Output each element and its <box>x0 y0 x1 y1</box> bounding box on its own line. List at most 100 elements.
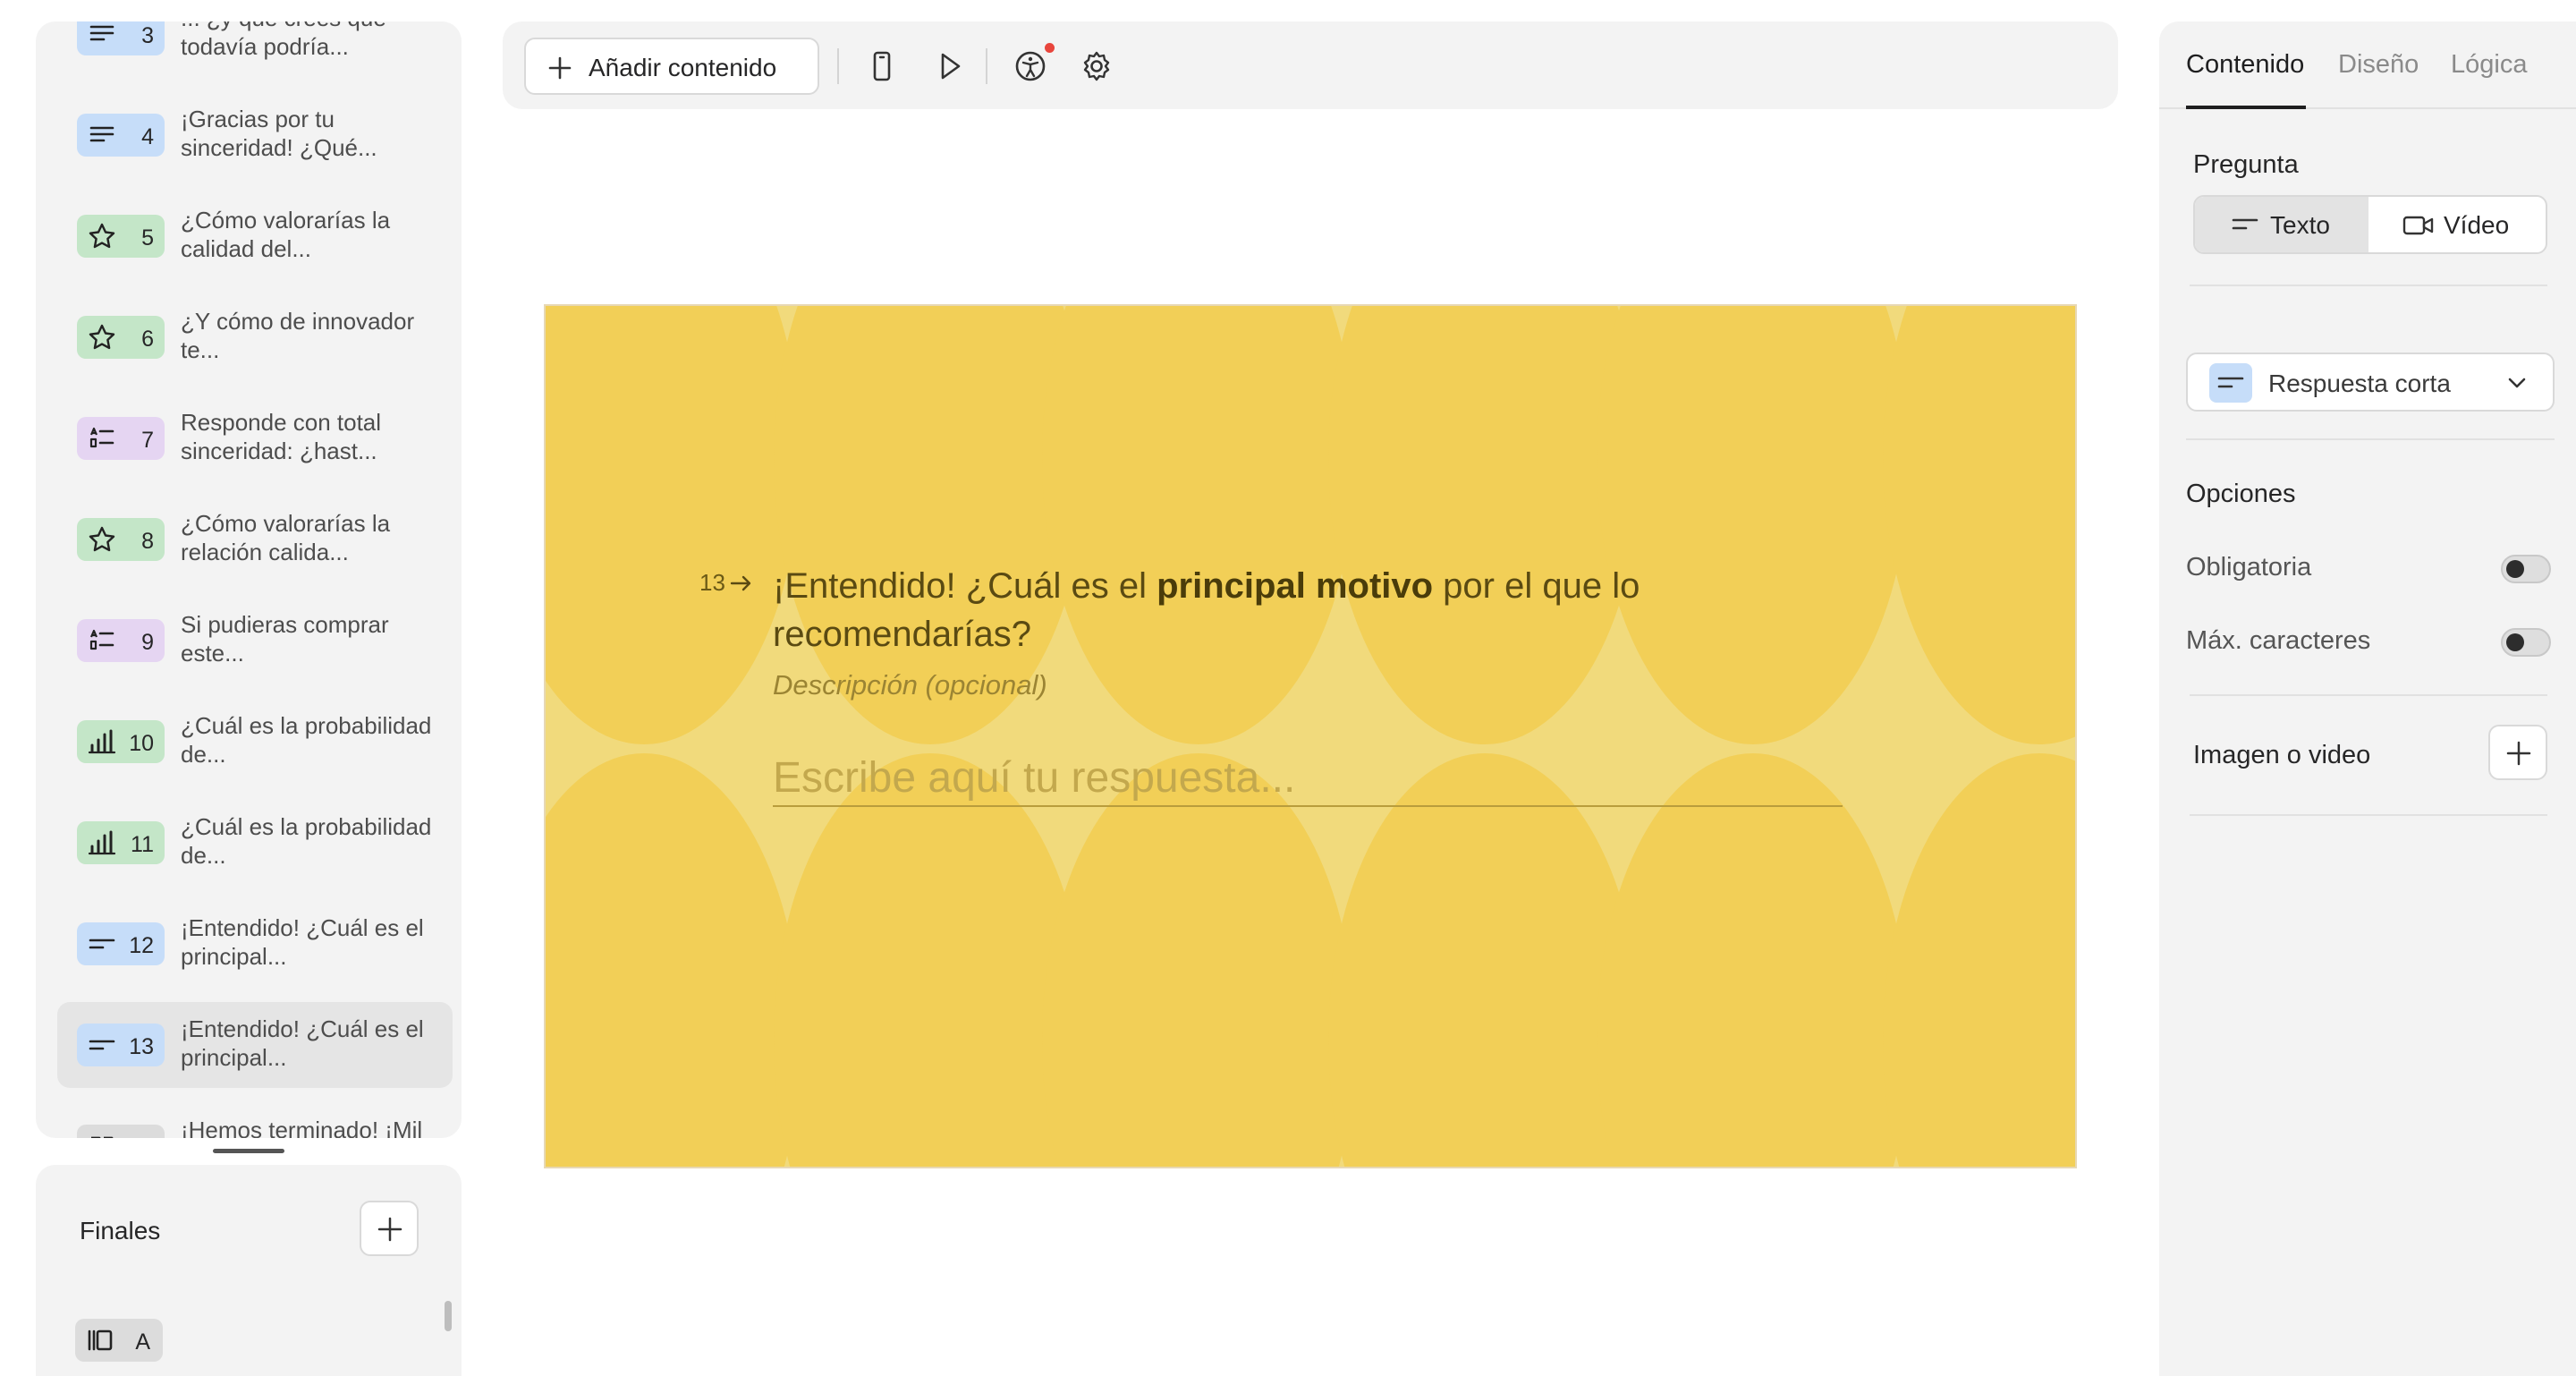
question-title-bold: principal motivo <box>1157 566 1434 606</box>
question-badge: 3 <box>77 21 165 55</box>
short-answer-icon <box>2209 363 2252 403</box>
text-lines-icon <box>2232 218 2258 230</box>
panel-resize-handle[interactable] <box>213 1149 284 1153</box>
question-badge: 11 <box>77 821 165 864</box>
multiple-choice-icon <box>89 427 114 448</box>
star-icon <box>89 526 115 552</box>
question-badge: 12 <box>77 922 165 965</box>
sidebar-question-item[interactable]: 3 ... ¿y qué crees que todavía podría... <box>57 21 453 77</box>
question-badge: 8 <box>77 518 165 561</box>
sidebar-question-item[interactable]: 8 ¿Cómo valorarías la relación calida... <box>57 497 453 582</box>
question-badge: 13 <box>77 1024 165 1066</box>
add-media-button[interactable] <box>2488 725 2547 780</box>
question-number: 12 <box>129 933 154 958</box>
question-number: 13 <box>699 569 754 597</box>
add-final-button[interactable] <box>360 1201 419 1256</box>
question-number: T1 <box>128 1135 154 1138</box>
question-sidebar: 3 ... ¿y qué crees que todavía podría... 4… <box>36 21 462 1138</box>
question-preview-canvas[interactable]: 13 ¡Entendido! ¿Cuál es el principal mot… <box>544 304 2077 1168</box>
question-number: 3 <box>141 23 154 48</box>
question-number: 9 <box>141 630 154 655</box>
active-tab-indicator <box>2186 106 2306 109</box>
plus-icon <box>2506 741 2531 766</box>
notification-dot <box>1045 43 1055 53</box>
tab-contenido[interactable]: Contenido <box>2186 50 2304 80</box>
divider <box>2186 438 2555 440</box>
question-preview-text: ... ¿y qué crees que todavía podría... <box>181 21 386 60</box>
tab-diseno[interactable]: Diseño <box>2338 50 2419 80</box>
question-badge: 6 <box>77 316 165 359</box>
settings-icon[interactable] <box>1077 47 1116 86</box>
question-description[interactable]: Descripción (opcional) <box>773 669 1047 701</box>
question-preview-text: ¿Cómo valorarías la calidad del... <box>181 207 391 262</box>
mobile-preview-icon[interactable] <box>862 47 902 86</box>
sidebar-question-item[interactable]: 13 ¡Entendido! ¿Cuál es el principal... <box>57 1002 453 1088</box>
question-preview-text: ¿Cómo valorarías la relación calida... <box>181 510 391 565</box>
sidebar-question-item[interactable]: 4 ¡Gracias por tu sinceridad! ¿Qué... <box>57 92 453 178</box>
question-number: 10 <box>129 731 154 756</box>
question-number: 5 <box>141 225 154 251</box>
question-preview-text: ¿Y cómo de innovador te... <box>181 308 415 363</box>
sidebar-question-item[interactable]: T1 ¡Hemos terminado! ¡Mil gracias! <box>57 1103 453 1138</box>
short-text-icon <box>89 1040 115 1050</box>
question-number: 11 <box>131 832 154 857</box>
answer-input[interactable] <box>773 750 1843 807</box>
max-chars-toggle[interactable] <box>2501 628 2551 657</box>
finals-section: Finales A <box>36 1165 462 1376</box>
sidebar-question-item[interactable]: 12 ¡Entendido! ¿Cuál es el principal... <box>57 901 453 987</box>
ending-icon <box>88 1329 113 1351</box>
segment-text-label: Texto <box>2270 211 2330 239</box>
sidebar-question-item[interactable]: 6 ¿Y cómo de innovador te... <box>57 294 453 380</box>
short-text-icon <box>89 939 115 949</box>
divider <box>2190 814 2547 816</box>
question-number: 13 <box>129 1034 154 1059</box>
segment-text[interactable]: Texto <box>2195 197 2368 252</box>
accessibility-icon[interactable] <box>1011 47 1050 86</box>
question-preview-text: ¡Hemos terminado! ¡Mil gracias! <box>181 1117 423 1138</box>
bar-chart-icon <box>88 830 116 855</box>
question-badge: 4 <box>77 114 165 157</box>
question-number: 6 <box>141 327 154 352</box>
question-format-toggle: Texto Vídeo <box>2193 195 2547 254</box>
final-item-a[interactable]: A <box>75 1319 163 1362</box>
sidebar-question-item[interactable]: 11 ¿Cuál es la probabilidad de... <box>57 800 453 886</box>
finals-title: Finales <box>80 1217 161 1244</box>
divider <box>2190 285 2547 286</box>
tab-logica[interactable]: Lógica <box>2451 50 2527 80</box>
sidebar-question-item[interactable]: 9 Si pudieras comprar este... <box>57 598 453 684</box>
sidebar-question-item[interactable]: 10 ¿Cuál es la probabilidad de... <box>57 699 453 785</box>
required-toggle[interactable] <box>2501 555 2551 583</box>
question-preview-text: Responde con total sinceridad: ¿hast... <box>181 409 382 464</box>
quote-icon <box>91 1136 114 1138</box>
star-icon <box>89 324 115 350</box>
toggle-knob <box>2506 633 2524 651</box>
question-number-label: 13 <box>699 569 725 596</box>
sidebar-question-item[interactable]: 5 ¿Cómo valorarías la calidad del... <box>57 193 453 279</box>
add-content-button[interactable]: Añadir contenido <box>524 38 819 95</box>
finals-scrollbar[interactable] <box>445 1301 452 1331</box>
toggle-knob <box>2506 560 2524 578</box>
segment-video-label: Vídeo <box>2444 211 2510 239</box>
video-camera-icon <box>2402 216 2434 235</box>
question-number: 4 <box>141 124 154 149</box>
plus-icon <box>548 56 572 80</box>
question-title[interactable]: ¡Entendido! ¿Cuál es el principal motivo… <box>773 562 1757 658</box>
arrow-right-icon <box>730 575 751 590</box>
answer-type-select[interactable]: Respuesta corta <box>2186 352 2555 412</box>
question-number: 7 <box>141 428 154 453</box>
long-text-icon <box>89 25 114 41</box>
multiple-choice-icon <box>89 629 114 650</box>
question-badge: 10 <box>77 720 165 763</box>
toolbar-divider <box>986 48 987 84</box>
play-icon[interactable] <box>930 47 970 86</box>
question-preview-text: ¿Cuál es la probabilidad de... <box>181 712 432 768</box>
max-chars-label: Máx. caracteres <box>2186 626 2371 655</box>
segment-video[interactable]: Vídeo <box>2368 197 2546 252</box>
editor-toolbar: Añadir contenido <box>503 21 2118 109</box>
sidebar-question-item[interactable]: 7 Responde con total sinceridad: ¿hast... <box>57 395 453 481</box>
add-content-label: Añadir contenido <box>589 54 777 81</box>
question-label: Pregunta <box>2193 150 2299 179</box>
question-preview-text: ¡Entendido! ¿Cuál es el principal... <box>181 914 424 970</box>
question-badge: 7 <box>77 417 165 460</box>
question-preview-text: ¡Entendido! ¿Cuál es el principal... <box>181 1015 424 1071</box>
